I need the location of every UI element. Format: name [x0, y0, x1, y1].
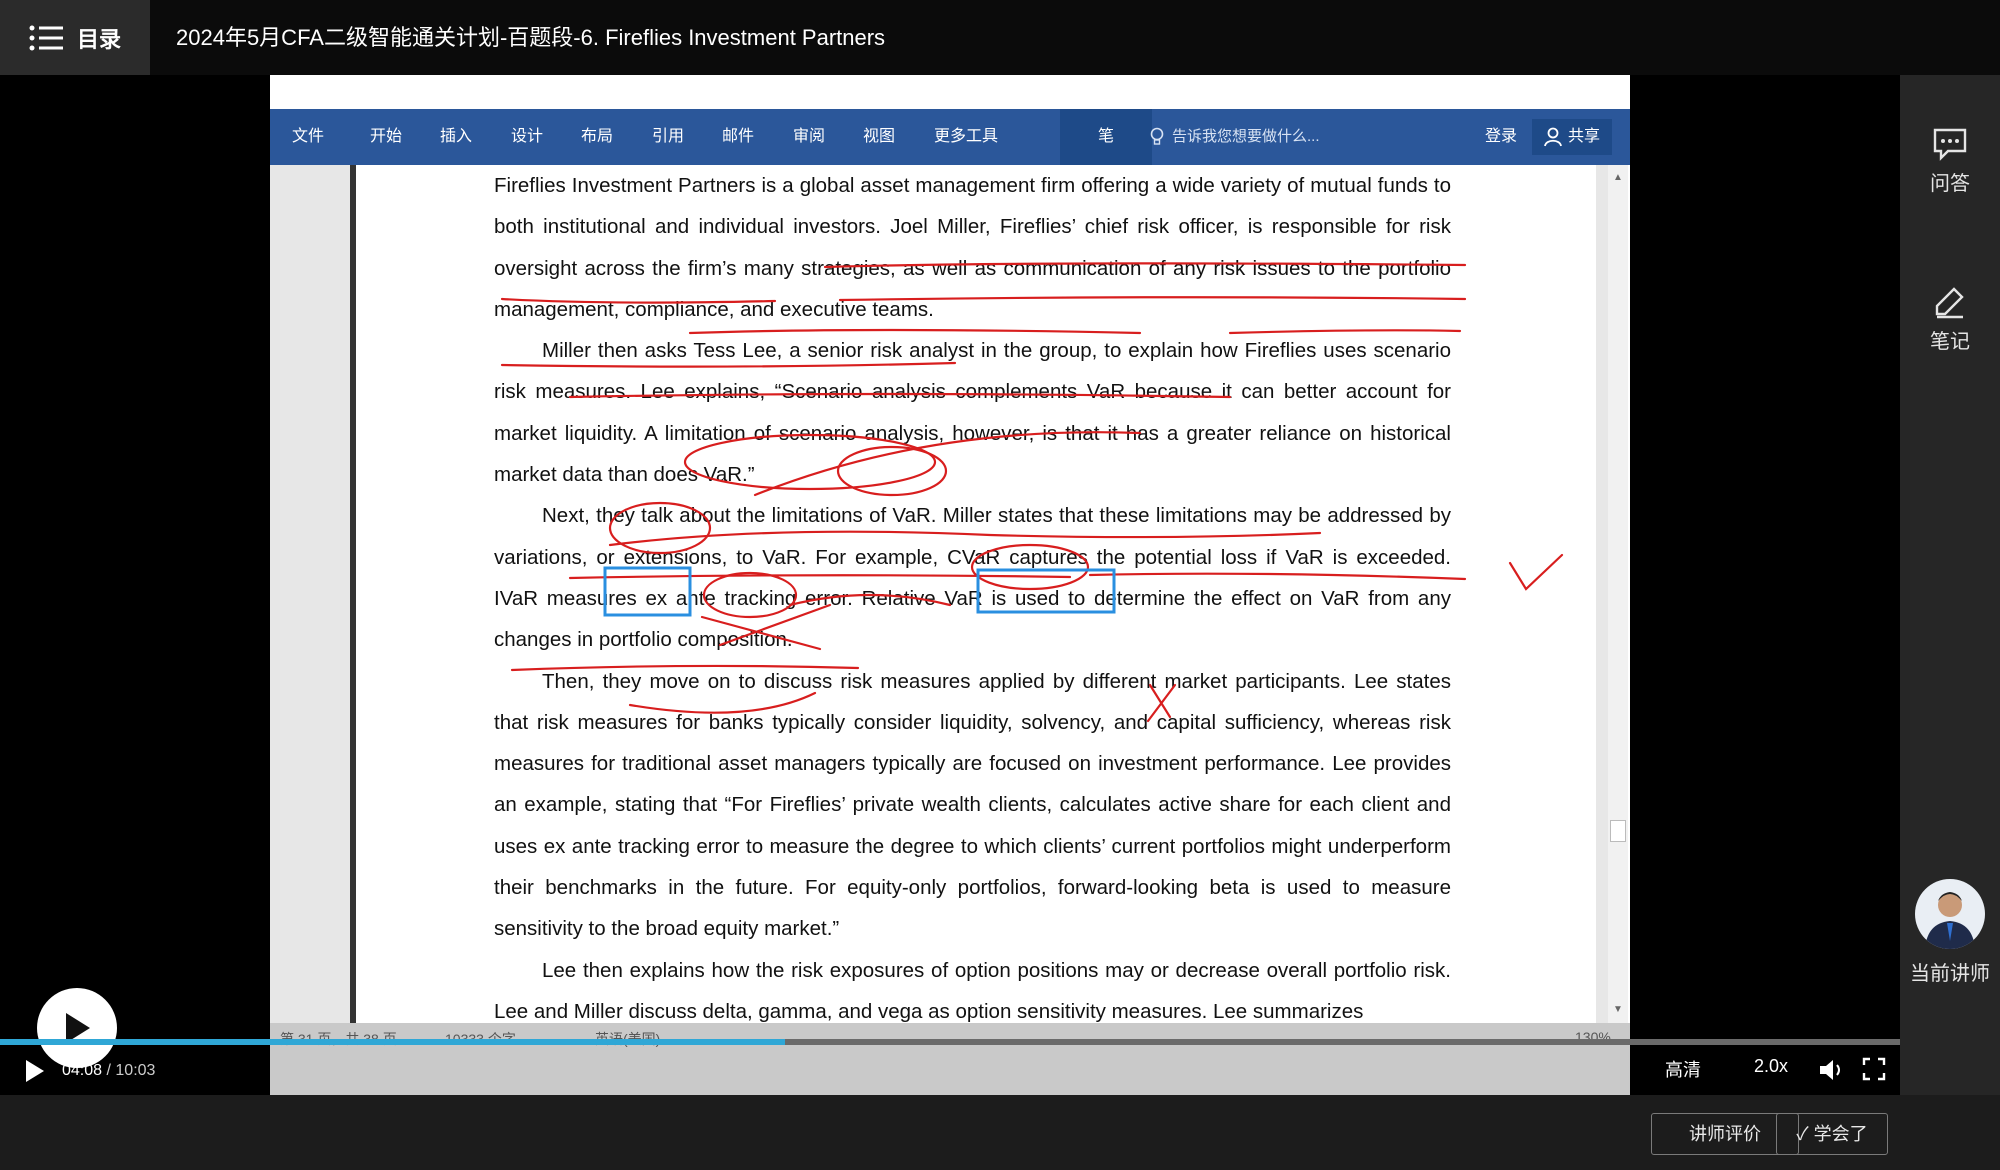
check-icon: ✓: [1796, 1124, 1809, 1144]
scroll-up-arrow-icon[interactable]: ▲: [1608, 169, 1628, 187]
time-display: 04:08 / 10:03: [62, 1062, 155, 1080]
document-viewport[interactable]: Fireflies Investment Partners is a globa…: [270, 165, 1610, 1023]
word-document-window: 文件 开始 插入 设计 布局 引用 邮件 审阅 视图 更多工具 笔 告诉我您想要…: [270, 75, 1630, 1095]
ribbon-tab-review[interactable]: 审阅: [793, 109, 825, 165]
ribbon-tab-insert[interactable]: 插入: [440, 109, 472, 165]
ribbon-tab-references[interactable]: 引用: [652, 109, 684, 165]
top-bar: 目录 2024年5月CFA二级智能通关计划-百题段-6. Fireflies I…: [0, 0, 2000, 75]
word-ribbon: 文件 开始 插入 设计 布局 引用 邮件 审阅 视图 更多工具 笔 告诉我您想要…: [270, 109, 1630, 165]
pencil-icon: [1935, 287, 1964, 319]
video-player[interactable]: 文件 开始 插入 设计 布局 引用 邮件 审阅 视图 更多工具 笔 告诉我您想要…: [0, 75, 1900, 1095]
person-icon: [1544, 127, 1562, 147]
progress-bar[interactable]: [0, 1039, 1900, 1045]
right-side-panel: 问答 笔记 当前讲师: [1900, 75, 2000, 1095]
document-page: Fireflies Investment Partners is a globa…: [350, 165, 1596, 1023]
qa-label: 问答: [1930, 173, 1970, 195]
ribbon-tab-mailings[interactable]: 邮件: [722, 109, 754, 165]
qa-button[interactable]: 问答: [1900, 127, 2000, 196]
doc-paragraph-5: Lee then explains how the risk exposures…: [494, 958, 1451, 1023]
control-play-icon[interactable]: [22, 1058, 48, 1084]
notes-label: 笔记: [1930, 331, 1970, 353]
scrollbar-thumb[interactable]: [1610, 820, 1626, 842]
vertical-scrollbar[interactable]: ▲ ▼: [1608, 165, 1628, 1023]
teacher-label: 当前讲师: [1910, 963, 1990, 985]
ribbon-tab-view[interactable]: 视图: [863, 109, 895, 165]
doc-paragraph-4: Then, they move on to discuss risk measu…: [494, 669, 1451, 941]
ribbon-tab-file[interactable]: 文件: [292, 109, 324, 165]
learned-label: 学会了: [1813, 1124, 1868, 1144]
doc-paragraph-3: Next, they talk about the limitations of…: [494, 504, 1451, 652]
ribbon-tab-home[interactable]: 开始: [370, 109, 402, 165]
progress-fill: [0, 1039, 785, 1045]
teacher-avatar: [1915, 879, 1985, 949]
ribbon-tab-more-tools[interactable]: 更多工具: [934, 109, 998, 165]
notes-button[interactable]: 笔记: [1900, 285, 2000, 354]
learned-button[interactable]: ✓ 学会了: [1776, 1113, 1888, 1155]
speed-button[interactable]: 2.0x: [1754, 1056, 1788, 1077]
chat-bubble-icon: [1933, 128, 1967, 161]
ribbon-tab-layout[interactable]: 布局: [581, 109, 613, 165]
fullscreen-icon[interactable]: [1862, 1057, 1886, 1081]
catalog-menu-button[interactable]: 目录: [0, 0, 150, 75]
ribbon-tab-design[interactable]: 设计: [511, 109, 543, 165]
login-link[interactable]: 登录: [1485, 109, 1517, 165]
lightbulb-icon: [1150, 127, 1164, 145]
scroll-down-arrow-icon[interactable]: ▼: [1608, 1001, 1628, 1019]
catalog-label: 目录: [76, 26, 121, 52]
course-title: 2024年5月CFA二级智能通关计划-百题段-6. Fireflies Inve…: [176, 25, 886, 50]
tell-me-search[interactable]: 告诉我您想要做什么...: [1150, 109, 1320, 165]
current-time: 04:08: [62, 1062, 103, 1079]
list-icon: [29, 25, 63, 50]
document-body: Fireflies Investment Partners is a globa…: [494, 165, 1451, 1023]
word-status-bar: 第 31 页，共 38 页 10333 个字 英语(美国) 130%: [270, 1023, 1630, 1095]
bottom-bar: 讲师评价 ✓ 学会了: [0, 1095, 2000, 1170]
total-time: 10:03: [115, 1062, 156, 1079]
tell-me-text: 告诉我您想要做什么...: [1172, 128, 1320, 145]
volume-icon[interactable]: [1818, 1057, 1848, 1083]
quality-button[interactable]: 高清: [1665, 1056, 1701, 1082]
time-separator: /: [106, 1062, 111, 1079]
doc-paragraph-1: Fireflies Investment Partners is a globa…: [494, 174, 1451, 321]
share-label: 共享: [1568, 128, 1601, 145]
share-button[interactable]: 共享: [1532, 119, 1613, 155]
current-teacher[interactable]: 当前讲师: [1900, 879, 2000, 986]
big-play-button[interactable]: [37, 988, 117, 1068]
ribbon-tab-pen[interactable]: 笔: [1060, 109, 1152, 165]
doc-paragraph-2: Miller then asks Tess Lee, a senior risk…: [494, 339, 1451, 487]
